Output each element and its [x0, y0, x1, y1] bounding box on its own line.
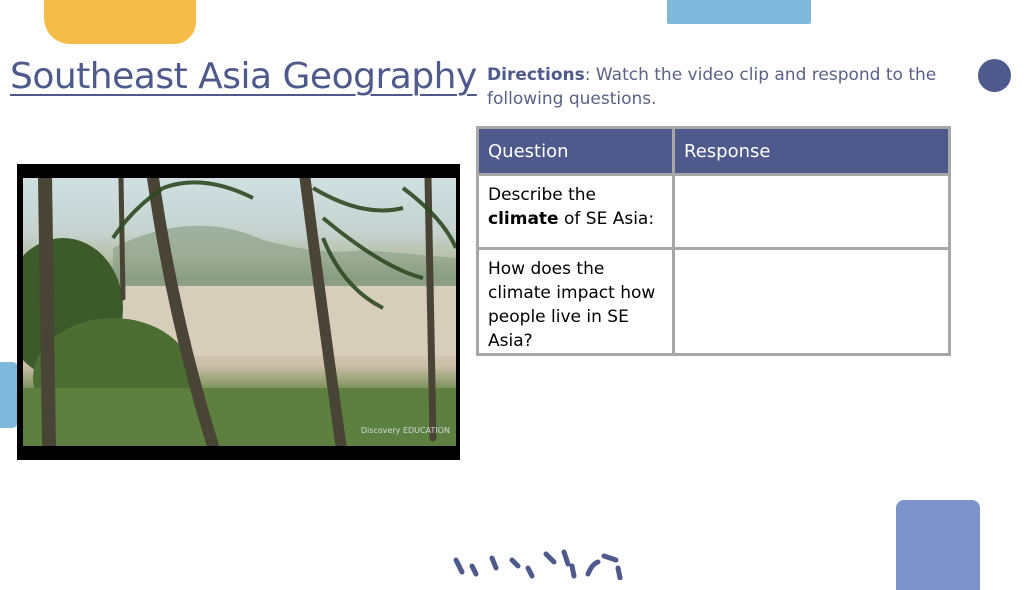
decorative-blue-shape-top: [667, 0, 811, 24]
table-header-row: Question Response: [476, 126, 951, 176]
video-player[interactable]: Discovery EDUCATION: [17, 164, 460, 460]
video-watermark: Discovery EDUCATION: [360, 426, 450, 435]
table-row: Describe the climate of SE Asia:: [476, 173, 951, 250]
question-column-header: Question: [476, 126, 675, 176]
directions-text: Directions: Watch the video clip and res…: [487, 63, 957, 111]
decorative-yellow-shape: [44, 0, 196, 44]
question-cell: How does the climate impact how people l…: [476, 247, 675, 356]
decorative-periwinkle-shape: [896, 500, 980, 590]
question-table: Question Response Describe the climate o…: [476, 126, 951, 356]
video-frame[interactable]: Discovery EDUCATION: [23, 178, 456, 446]
response-cell[interactable]: [672, 247, 951, 356]
question-text-end: of SE Asia:: [558, 209, 655, 229]
decorative-brush-marks: [453, 549, 623, 580]
question-keyword: climate: [488, 209, 559, 229]
video-frame-scene: [23, 178, 456, 446]
decorative-blue-shape-left: [0, 362, 18, 428]
question-text: How does the climate impact how people l…: [488, 259, 656, 351]
decorative-navy-circle: [978, 59, 1011, 92]
page-title: Southeast Asia Geography: [10, 56, 477, 97]
directions-label: Directions: [487, 65, 585, 85]
table-row: How does the climate impact how people l…: [476, 247, 951, 356]
response-cell[interactable]: [672, 173, 951, 250]
question-cell: Describe the climate of SE Asia:: [476, 173, 675, 250]
question-text: Describe the: [488, 185, 597, 205]
response-column-header: Response: [672, 126, 951, 176]
